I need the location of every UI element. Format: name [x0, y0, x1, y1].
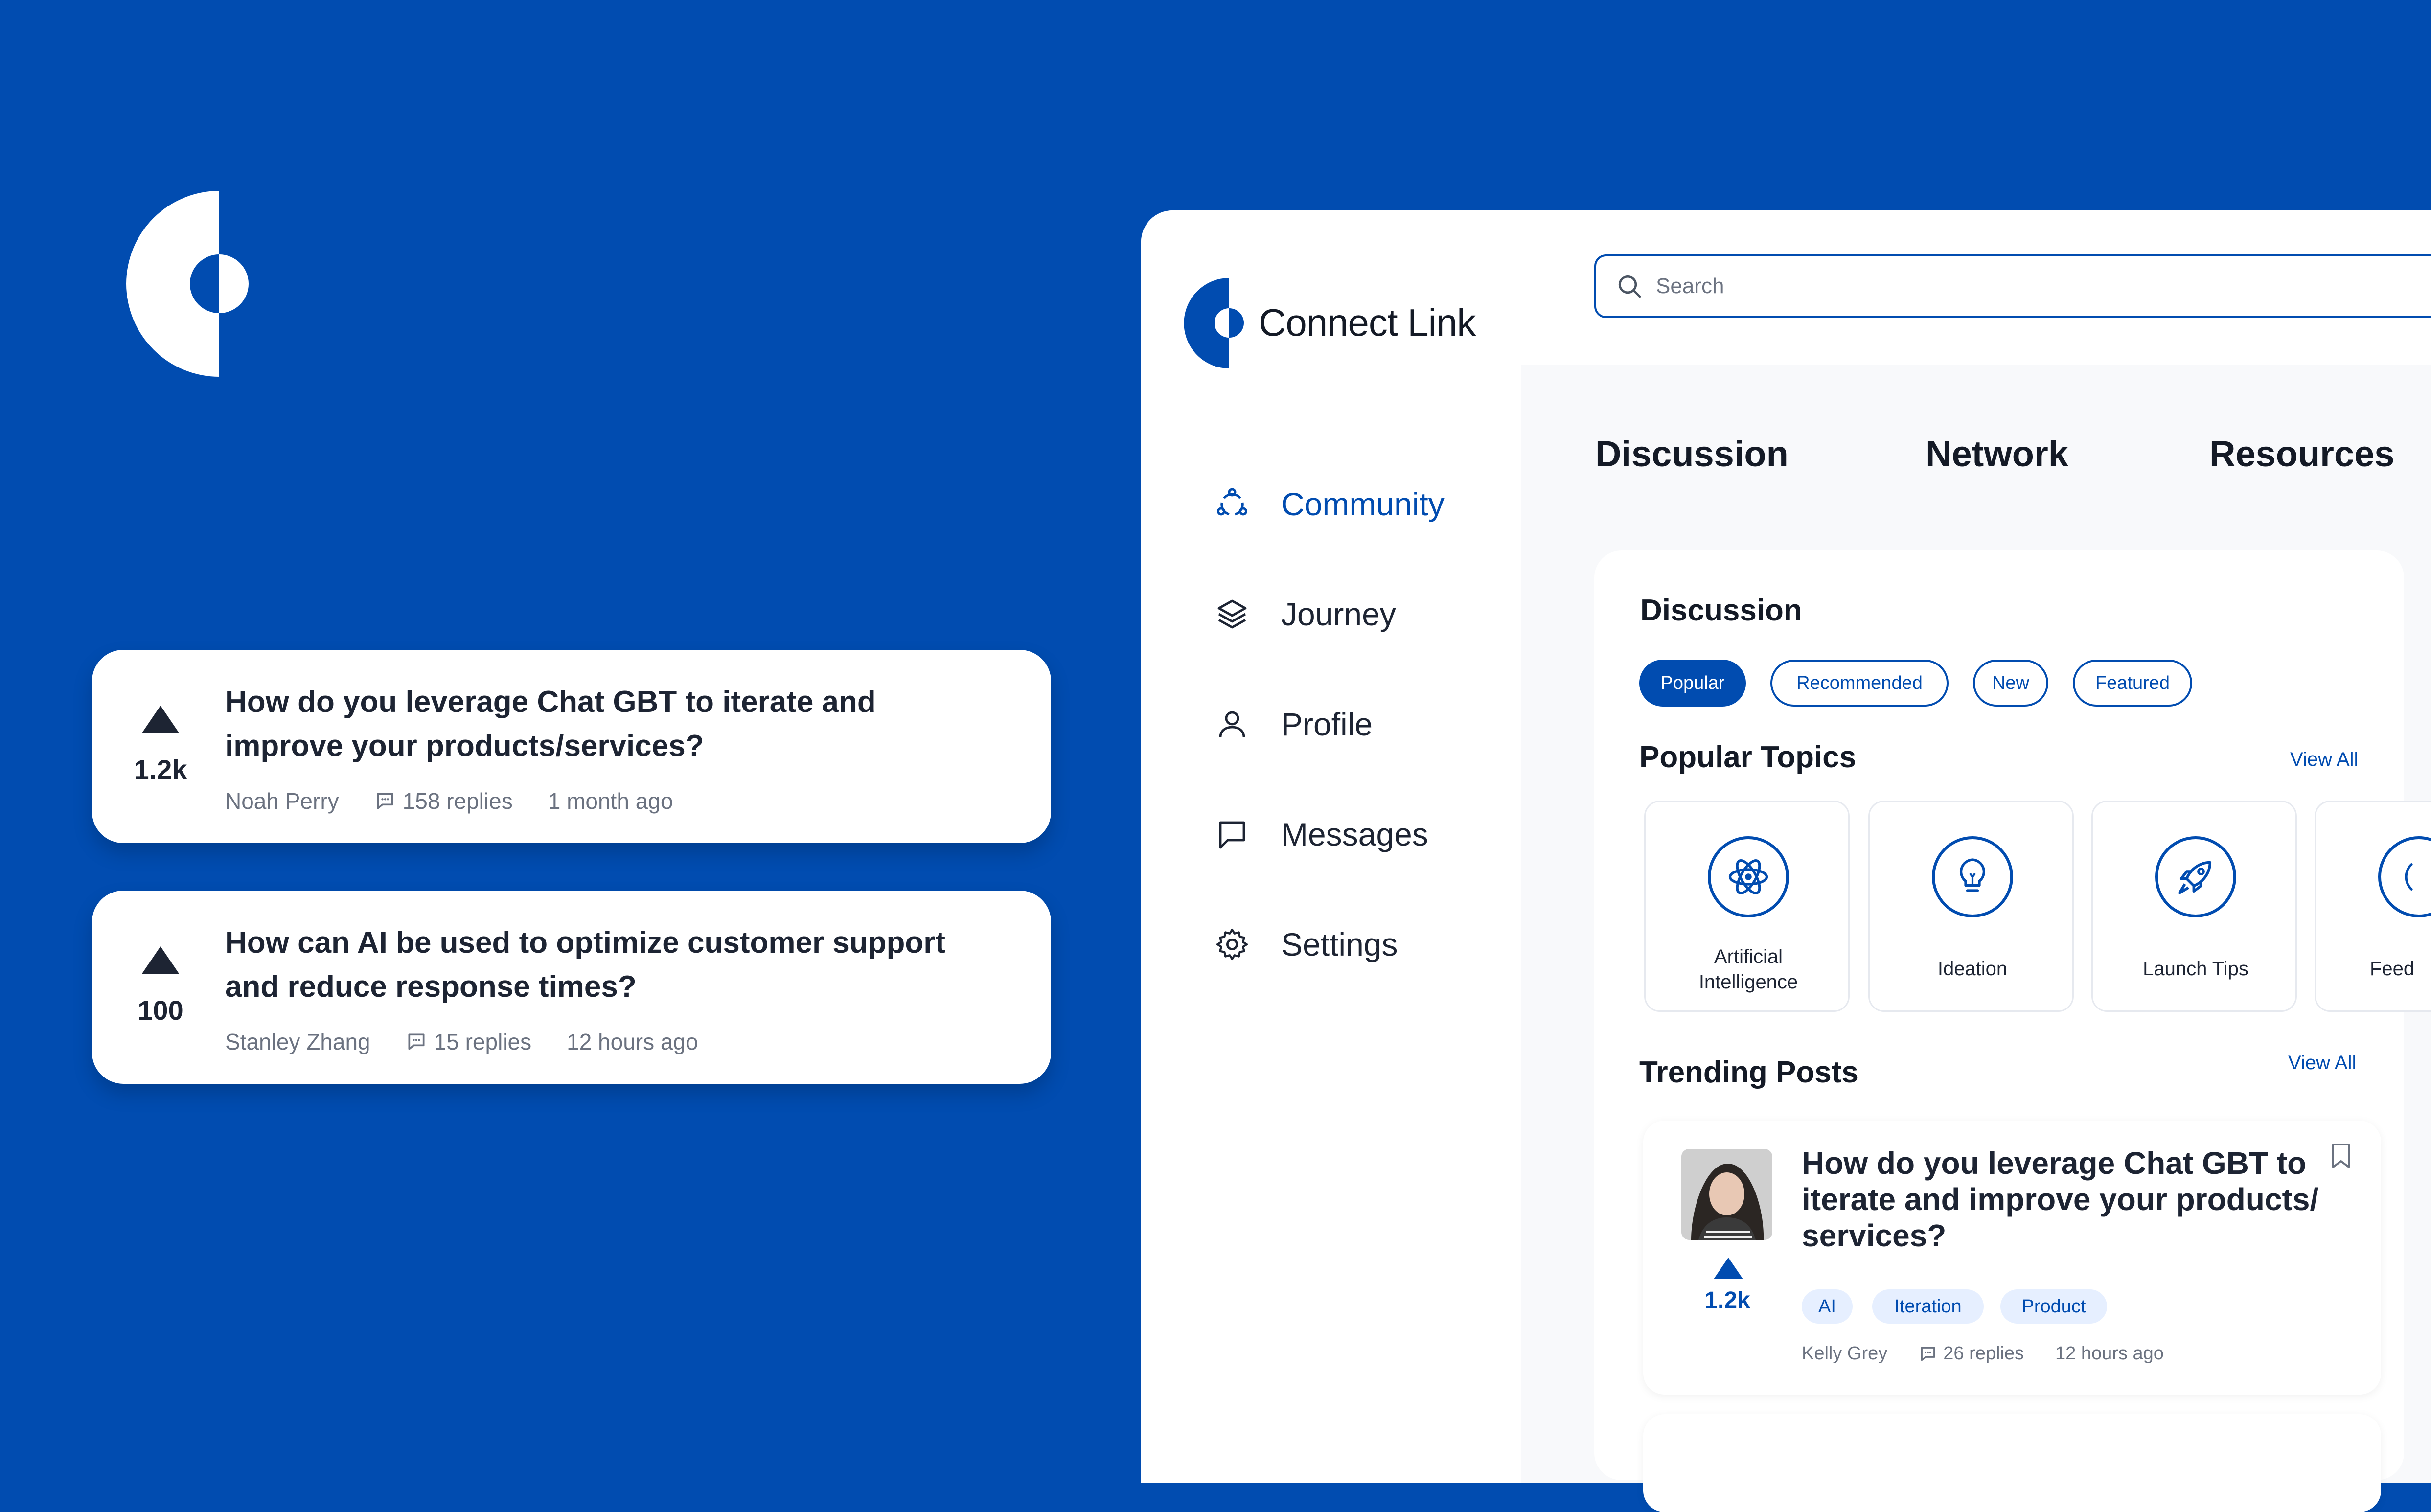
tag-ai[interactable]: AI — [1802, 1289, 1853, 1324]
sidebar-item-label: Profile — [1281, 706, 1373, 742]
brand-logo[interactable] — [1184, 278, 1250, 368]
post-title-line: How can AI be used to optimize customer … — [225, 926, 946, 960]
sidebar-item-label: Settings — [1281, 926, 1398, 962]
filter-chip-new[interactable]: New — [1973, 660, 2048, 707]
post-title-line: How do you leverage Chat GBT to iterate … — [225, 685, 876, 719]
vote-count: 100 — [138, 995, 183, 1026]
trending-posts-view-all[interactable]: View All — [2288, 1052, 2356, 1074]
floating-post-card[interactable]: 1.2k How do you leverage Chat GBT to ite… — [92, 650, 1051, 843]
discussion-title: Discussion — [1640, 594, 1802, 627]
upvote-icon[interactable] — [141, 705, 180, 734]
post-replies[interactable]: 15 replies — [434, 1029, 531, 1055]
sidebar-item-label: Messages — [1281, 816, 1428, 852]
trending-post-card[interactable] — [1643, 1414, 2381, 1512]
post-author[interactable]: Stanley Zhang — [225, 1029, 370, 1055]
post-title[interactable]: How do you leverage Chat GBT to iterate … — [225, 680, 1008, 768]
brand-name: Connect Link — [1259, 301, 1476, 344]
sidebar-item-messages[interactable]: Messages — [1215, 805, 1428, 864]
sidebar-item-label: Community — [1281, 486, 1445, 522]
topic-label: Ideation — [1937, 958, 2008, 980]
popular-topics-view-all[interactable]: View All — [2290, 749, 2358, 771]
sidebar-item-journey[interactable]: Journey — [1215, 585, 1396, 643]
tag-iteration[interactable]: Iteration — [1872, 1289, 1984, 1324]
floating-post-card[interactable]: 100 How can AI be used to optimize custo… — [92, 891, 1051, 1084]
topic-icon-ring — [2378, 836, 2431, 917]
trending-posts-title: Trending Posts — [1639, 1055, 1858, 1089]
filter-chip-popular[interactable]: Popular — [1639, 660, 1746, 707]
message-icon — [1219, 821, 1245, 849]
popular-topics-title: Popular Topics — [1639, 740, 1857, 774]
tab-network[interactable]: Network — [1926, 433, 2068, 475]
sidebar-item-community[interactable]: Community — [1215, 475, 1445, 533]
topic-label-line: Intelligence — [1698, 971, 1798, 993]
filter-chip-recommended[interactable]: Recommended — [1770, 660, 1949, 707]
topic-icon-ring — [1708, 836, 1789, 917]
search-input[interactable] — [1655, 274, 2391, 299]
post-time: 12 hours ago — [567, 1029, 698, 1054]
upvote-icon[interactable] — [141, 945, 180, 975]
vote-count: 1.2k — [1704, 1287, 1750, 1313]
upvote-icon[interactable] — [1713, 1257, 1744, 1280]
lightbulb-icon — [1960, 858, 1985, 892]
topic-icon-ring — [1932, 836, 2013, 917]
layers-icon — [1217, 599, 1247, 629]
topic-label: Launch Tips — [2143, 958, 2248, 980]
user-icon — [1219, 711, 1245, 738]
tab-discussion[interactable]: Discussion — [1595, 433, 1789, 475]
feedback-icon — [2405, 863, 2413, 891]
tab-resources[interactable]: Resources — [2209, 433, 2394, 475]
topic-tile-launch-tips[interactable]: Launch Tips — [2091, 801, 2297, 1012]
comment-icon — [408, 1033, 425, 1050]
post-meta: Stanley Zhang 15 replies 12 hours ago — [225, 1029, 698, 1055]
sidebar-item-settings[interactable]: Settings — [1215, 915, 1398, 974]
post-title[interactable]: How can AI be used to optimize customer … — [225, 921, 1008, 1009]
avatar-photo — [1681, 1149, 1772, 1240]
post-author[interactable]: Noah Perry — [225, 788, 339, 814]
community-icon — [1217, 488, 1247, 516]
post-time: 1 month ago — [548, 788, 673, 814]
search-icon — [1618, 275, 1641, 298]
brand-logo-large — [126, 191, 249, 377]
topic-tile-ai[interactable]: Artificial Intelligence — [1644, 801, 1850, 1012]
post-replies[interactable]: 158 replies — [403, 788, 513, 814]
post-time: 12 hours ago — [2055, 1343, 2164, 1364]
sidebar-item-label: Journey — [1281, 596, 1396, 632]
topic-label: Feed — [2370, 958, 2415, 980]
post-meta: Noah Perry 158 replies 1 month ago — [225, 788, 673, 814]
vote-count: 1.2k — [134, 754, 187, 785]
search-bar[interactable] — [1594, 254, 2431, 318]
comment-icon — [377, 793, 393, 809]
rocket-icon — [2178, 861, 2212, 894]
post-author[interactable]: Kelly Grey — [1802, 1343, 1887, 1364]
avatar[interactable] — [1681, 1149, 1772, 1240]
gear-icon — [1216, 928, 1248, 961]
bookmark-icon[interactable] — [2330, 1143, 2352, 1170]
filter-chip-featured[interactable]: Featured — [2073, 660, 2192, 707]
sidebar-item-profile[interactable]: Profile — [1215, 695, 1373, 754]
atom-icon — [1728, 859, 1768, 894]
post-title-line: and reduce response times? — [225, 970, 637, 1004]
topic-icon-ring — [2155, 836, 2236, 917]
tag-product[interactable]: Product — [2000, 1289, 2107, 1324]
post-title-line: iterate and improve your products/ — [1802, 1182, 2319, 1217]
post-title-line: How do you leverage Chat GBT to — [1802, 1145, 2307, 1181]
post-replies[interactable]: 26 replies — [1943, 1343, 2024, 1364]
topic-label-line: Artificial — [1714, 946, 1783, 967]
topic-tile-feedback[interactable]: Feed — [2315, 801, 2431, 1012]
post-meta: Kelly Grey 26 replies 12 hours ago — [1802, 1343, 2164, 1364]
trending-post-title[interactable]: How do you leverage Chat GBT to iterate … — [1802, 1145, 2340, 1254]
post-title-line: services? — [1802, 1218, 1947, 1253]
topic-tile-ideation[interactable]: Ideation — [1868, 801, 2074, 1012]
topic-label: Artificial Intelligence — [1655, 944, 1841, 995]
comment-icon — [1921, 1347, 1935, 1361]
post-title-line: improve your products/services? — [225, 729, 704, 763]
